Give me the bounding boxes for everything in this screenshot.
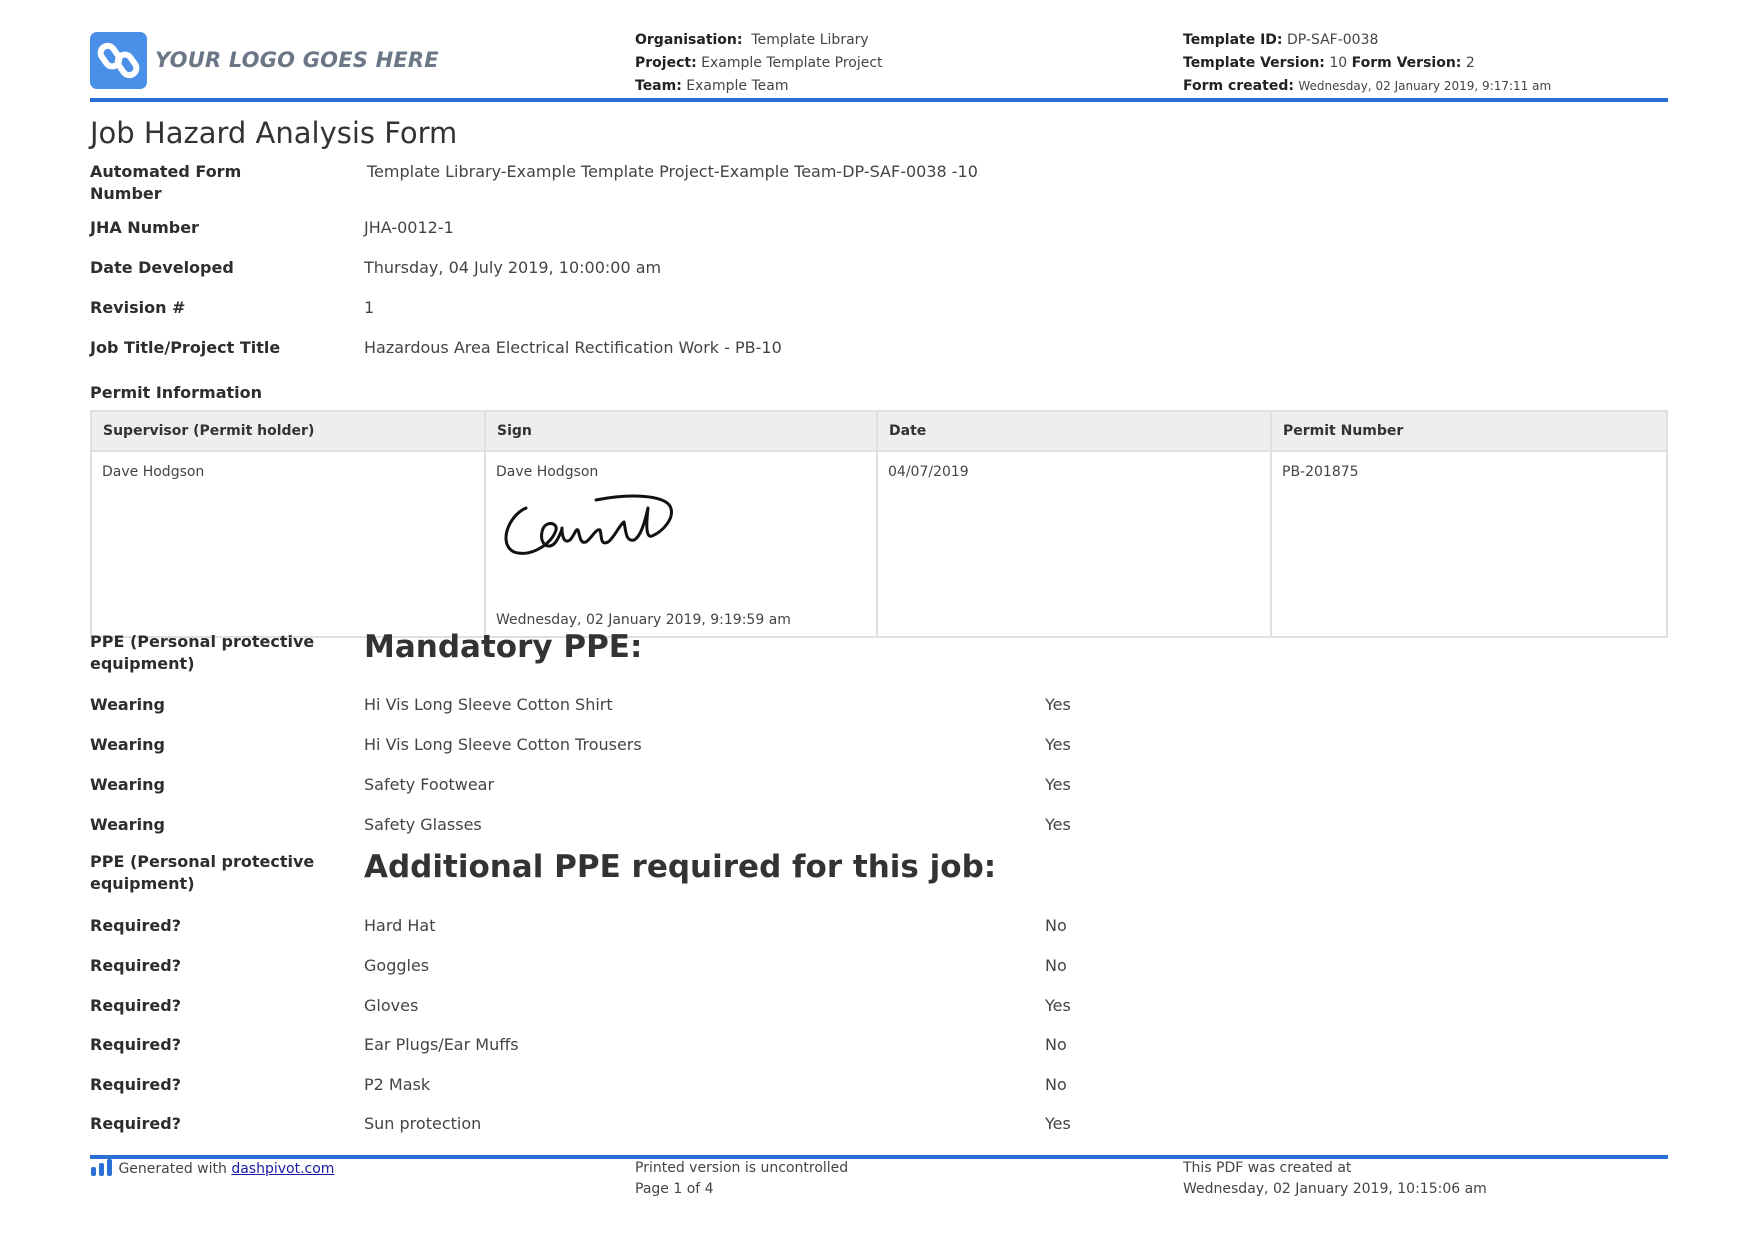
logo-mark (90, 32, 147, 89)
organisation-label: Organisation: (635, 32, 743, 48)
mandatory-ppe-row-label: Wearing (90, 815, 165, 834)
field-label-date-developed: Date Developed (90, 258, 234, 277)
mandatory-ppe-item: Safety Glasses (364, 815, 482, 834)
mandatory-ppe-answer: Yes (1045, 735, 1071, 754)
template-version-value: 10 (1329, 55, 1348, 71)
field-value-automated-form-number: Template Library-Example Template Projec… (367, 162, 978, 181)
footer-center: Printed version is uncontrolled Page 1 o… (635, 1158, 848, 1200)
signature-image (504, 494, 673, 555)
additional-ppe-item: Hard Hat (364, 916, 436, 935)
permit-header-permit-number: Permit Number (1270, 410, 1668, 452)
form-version-label: Form Version: (1351, 55, 1462, 71)
additional-ppe-item: Ear Plugs/Ear Muffs (364, 1035, 519, 1054)
template-version-line: Template Version: 10 Form Version: 2 (1183, 52, 1551, 75)
project-line: Project: Example Template Project (635, 52, 883, 75)
logo-text: YOUR LOGO GOES HERE (155, 48, 439, 72)
organisation-value: Template Library (751, 32, 869, 48)
template-id-line: Template ID: DP-SAF-0038 (1183, 29, 1551, 52)
header-divider (90, 98, 1668, 102)
header-template-info: Template ID: DP-SAF-0038 Template Versio… (1183, 29, 1551, 98)
permit-header-supervisor: Supervisor (Permit holder) (90, 410, 486, 452)
additional-ppe-answer: Yes (1045, 1114, 1071, 1133)
team-value: Example Team (686, 78, 789, 94)
additional-ppe-row-label: Required? (90, 1035, 181, 1054)
field-label-automated-form-number: Automated Form Number (90, 162, 242, 203)
mandatory-ppe-row-label: Wearing (90, 695, 165, 714)
permit-supervisor-cell: Dave Hodgson (90, 450, 486, 638)
mandatory-ppe-answer: Yes (1045, 695, 1071, 714)
form-version-value: 2 (1465, 55, 1475, 71)
field-value-revision: 1 (364, 298, 375, 317)
project-value: Example Template Project (701, 55, 883, 71)
additional-ppe-item: Gloves (364, 996, 419, 1015)
field-value-job-title: Hazardous Area Electrical Rectification … (364, 338, 782, 357)
footer-pdf-created: Wednesday, 02 January 2019, 10:15:06 am (1183, 1181, 1487, 1197)
project-label: Project: (635, 55, 697, 71)
template-version-label: Template Version: (1183, 55, 1325, 71)
additional-ppe-item: P2 Mask (364, 1075, 431, 1094)
additional-ppe-row-label: Required? (90, 1075, 181, 1094)
permit-number-cell: PB-201875 (1270, 450, 1668, 638)
permit-table: Supervisor (Permit holder) Sign Date Per… (90, 410, 1668, 638)
mandatory-ppe-item: Hi Vis Long Sleeve Cotton Trousers (364, 735, 642, 754)
permit-sign-cell: Dave Hodgson Wednesday, 02 January 2019,… (484, 450, 878, 638)
additional-ppe-answer: No (1045, 916, 1067, 935)
additional-ppe-heading: Additional PPE required for this job: (364, 849, 997, 885)
mandatory-ppe-row-label: Wearing (90, 735, 165, 754)
organisation-line: Organisation: Template Library (635, 29, 883, 52)
permit-table-row: Dave Hodgson Dave Hodgson Wednesday, 02 … (90, 450, 1668, 638)
permit-supervisor: Dave Hodgson (102, 464, 205, 480)
header-org-info: Organisation: Template Library Project: … (635, 29, 883, 98)
template-id-value: DP-SAF-0038 (1286, 32, 1379, 48)
mandatory-ppe-answer: Yes (1045, 775, 1071, 794)
mandatory-ppe-item: Hi Vis Long Sleeve Cotton Shirt (364, 695, 613, 714)
permit-sign-name: Dave Hodgson (496, 464, 599, 480)
footer-pdf-created-label: This PDF was created at (1183, 1160, 1352, 1176)
permit-date: 04/07/2019 (888, 464, 969, 480)
mandatory-ppe-answer: Yes (1045, 815, 1071, 834)
additional-ppe-row-label: Required? (90, 996, 181, 1015)
template-id-label: Template ID: (1183, 32, 1283, 48)
additional-ppe-answer: No (1045, 956, 1067, 975)
additional-ppe-row-label: Required? (90, 956, 181, 975)
additional-ppe-item: Goggles (364, 956, 430, 975)
field-value-date-developed: Thursday, 04 July 2019, 10:00:00 am (364, 258, 662, 277)
additional-ppe-answer: Yes (1045, 996, 1071, 1015)
permit-table-header: Supervisor (Permit holder) Sign Date Per… (90, 410, 1668, 452)
mandatory-ppe-label: PPE (Personal protective equipment) (90, 632, 315, 673)
footer-generated-prefix: Generated with (118, 1161, 227, 1177)
mandatory-ppe-row-label: Wearing (90, 775, 165, 794)
additional-ppe-answer: No (1045, 1035, 1067, 1054)
page-title: Job Hazard Analysis Form (90, 116, 458, 150)
team-line: Team: Example Team (635, 75, 883, 98)
field-label-jha-number: JHA Number (90, 218, 199, 237)
form-created-value: Wednesday, 02 January 2019, 9:17:11 am (1298, 79, 1552, 93)
permit-date-cell: 04/07/2019 (876, 450, 1272, 638)
footer-uncontrolled: Printed version is uncontrolled (635, 1160, 849, 1176)
footer-generated: Generated with dashpivot.com (90, 1158, 334, 1180)
permit-number: PB-201875 (1282, 464, 1359, 480)
form-created-label: Form created: (1183, 78, 1294, 94)
additional-ppe-row-label: Required? (90, 916, 181, 935)
additional-ppe-item: Sun protection (364, 1114, 482, 1133)
field-label-job-title: Job Title/Project Title (90, 338, 281, 357)
dashpivot-link[interactable]: dashpivot.com (231, 1161, 334, 1177)
team-label: Team: (635, 78, 682, 94)
footer-page-number: Page 1 of 4 (635, 1181, 714, 1197)
additional-ppe-label: PPE (Personal protective equipment) (90, 852, 315, 893)
form-created-line: Form created: Wednesday, 02 January 2019… (1183, 75, 1551, 98)
additional-ppe-answer: No (1045, 1075, 1067, 1094)
mandatory-ppe-item: Safety Footwear (364, 775, 495, 794)
mandatory-ppe-heading: Mandatory PPE: (364, 629, 643, 665)
permit-header-date: Date (876, 410, 1272, 452)
permit-sign-date: Wednesday, 02 January 2019, 9:19:59 am (496, 612, 791, 628)
permit-section-label: Permit Information (90, 383, 263, 402)
field-value-jha-number: JHA-0012-1 (364, 218, 454, 237)
dashpivot-bars-icon (91, 1159, 112, 1176)
field-label-revision: Revision # (90, 298, 186, 317)
footer-right: This PDF was created at Wednesday, 02 Ja… (1183, 1158, 1487, 1200)
additional-ppe-row-label: Required? (90, 1114, 181, 1133)
permit-header-sign: Sign (484, 410, 878, 452)
